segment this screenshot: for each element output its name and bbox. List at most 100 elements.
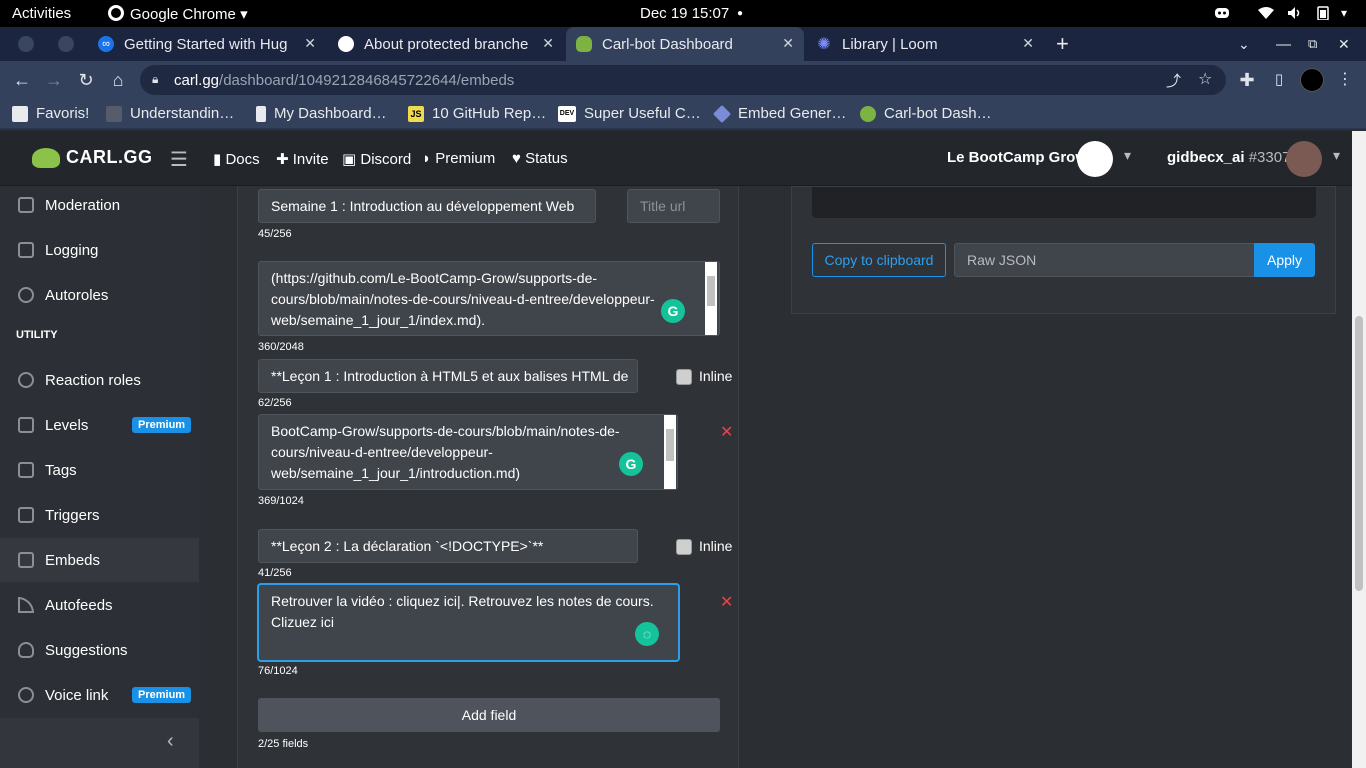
bookmark-item[interactable]: Understandin…	[106, 105, 234, 122]
field-value-line: cours/niveau-d-entree/developpeur-	[271, 444, 493, 460]
title-url-input[interactable]: Title url	[627, 189, 720, 223]
bookmark-item[interactable]: Carl-bot Dash…	[860, 105, 992, 122]
home-icon[interactable]: ⌂	[107, 70, 129, 90]
bookmark-item[interactable]: My Dashboard…	[256, 105, 387, 122]
address-bar[interactable]: 🔒︎ carl.gg/dashboard/1049212846845722644…	[140, 65, 1226, 95]
nav-invite[interactable]: ✚ Invite	[276, 150, 329, 168]
carl-logo[interactable]: CARL.GG	[32, 147, 153, 168]
hamburger-menu-icon[interactable]: ☰	[170, 147, 188, 172]
pinned-tab-github-1[interactable]	[18, 27, 40, 61]
bookmark-item[interactable]: DEV Super Useful C…	[558, 105, 701, 122]
textarea-scrollbar[interactable]	[664, 415, 676, 489]
field-name-input[interactable]: **Leçon 1 : Introduction à HTML5 et aux …	[258, 359, 638, 393]
server-name[interactable]: Le BootCamp Grow	[947, 149, 1087, 166]
user-avatar[interactable]	[1286, 141, 1322, 177]
nav-discord[interactable]: ▣ Discord	[342, 150, 411, 168]
tab-loom[interactable]: ✺ Library | Loom ✕	[806, 27, 1044, 61]
minimize-icon[interactable]: —	[1276, 27, 1291, 61]
scrollbar-thumb[interactable]	[1355, 316, 1363, 591]
add-field-button[interactable]: Add field	[258, 698, 720, 732]
grammarly-icon[interactable]: G	[661, 299, 685, 323]
back-icon[interactable]: ←	[11, 70, 33, 90]
scrollbar-thumb[interactable]	[666, 429, 674, 461]
lightbulb-icon	[18, 642, 34, 658]
extensions-icon[interactable]: ✚	[1236, 70, 1258, 90]
profile-avatar[interactable]	[1300, 68, 1324, 92]
sidebar-item-label: Autofeeds	[45, 596, 113, 614]
page-scrollbar[interactable]	[1352, 131, 1366, 768]
grammarly-icon[interactable]: G	[619, 452, 643, 476]
discord-tray-icon[interactable]	[1214, 6, 1230, 20]
sidebar-item-triggers[interactable]: Triggers	[0, 493, 199, 537]
tab-strip: ∞ Getting Started with Hug ✕ About prote…	[0, 27, 1366, 61]
sidebar-item-reaction-roles[interactable]: Reaction roles	[0, 358, 199, 402]
raw-json-input[interactable]: Raw JSON	[954, 243, 1256, 277]
share-icon[interactable]: ⤴	[1166, 70, 1181, 91]
sidebar-item-moderation[interactable]: Moderation	[0, 183, 199, 227]
sidebar-item-voice-link[interactable]: Voice link Premium	[0, 673, 199, 717]
maximize-icon[interactable]: ⧉	[1308, 27, 1317, 61]
inline-checkbox[interactable]	[676, 369, 692, 385]
inline-checkbox[interactable]	[676, 539, 692, 555]
tab-huggingface[interactable]: ∞ Getting Started with Hug ✕	[88, 27, 326, 61]
sidebar-item-suggestions[interactable]: Suggestions	[0, 628, 199, 672]
volume-icon[interactable]	[1287, 6, 1303, 20]
grammarly-loading-icon[interactable]: ◌	[635, 622, 659, 646]
field-name-input[interactable]: **Leçon 2 : La déclaration `<!DOCTYPE>`*…	[258, 529, 638, 563]
bookmark-item[interactable]: Favoris!	[12, 105, 89, 122]
tab-label: Carl-bot Dashboard	[602, 35, 733, 53]
nav-status[interactable]: ♥ Status	[512, 150, 568, 167]
clock[interactable]: Dec 19 15:07	[640, 5, 729, 22]
close-icon[interactable]: ✕	[1022, 35, 1034, 52]
sidebar-item-label: Tags	[45, 461, 77, 479]
user-tag[interactable]: gidbecx_ai #3307	[1167, 149, 1290, 166]
activities-button[interactable]: Activities	[12, 5, 71, 22]
bookmark-item[interactable]: JS 10 GitHub Rep…	[408, 105, 546, 122]
bookmark-star-icon[interactable]: ☆	[1198, 69, 1212, 89]
close-icon[interactable]: ✕	[782, 35, 794, 52]
textarea-scrollbar[interactable]	[705, 262, 717, 335]
sidebar-item-embeds[interactable]: Embeds	[0, 538, 199, 582]
battery-icon[interactable]	[1315, 6, 1331, 21]
tab-protected-branches[interactable]: About protected branche ✕	[328, 27, 564, 61]
title-input[interactable]: Semaine 1 : Introduction au développemen…	[258, 189, 596, 223]
close-window-icon[interactable]: ✕	[1338, 27, 1350, 61]
field-value-textarea[interactable]: Retrouver la vidéo : cliquez ici|. Retro…	[258, 584, 679, 661]
sidebar-item-levels[interactable]: Levels Premium	[0, 403, 199, 447]
sidebar-item-logging[interactable]: Logging	[0, 228, 199, 272]
sidebar-item-autofeeds[interactable]: Autofeeds	[0, 583, 199, 627]
tab-search-icon[interactable]: ⌄	[1238, 27, 1250, 61]
app-menu[interactable]: Google Chrome ▾	[108, 5, 248, 23]
nav-docs[interactable]: ▮ Docs	[213, 150, 260, 168]
field-value-textarea[interactable]: BootCamp-Grow/supports-de-cours/blob/mai…	[258, 414, 678, 490]
close-icon[interactable]: ✕	[542, 35, 554, 52]
copy-to-clipboard-button[interactable]: Copy to clipboard	[812, 243, 946, 277]
pinned-tab-github-2[interactable]	[58, 27, 80, 61]
delete-field-icon[interactable]: ✕	[720, 422, 733, 442]
forward-icon[interactable]: →	[43, 70, 65, 90]
server-avatar[interactable]	[1077, 141, 1113, 177]
chevron-down-icon[interactable]: ▾	[1341, 6, 1347, 20]
tab-carlbot-dashboard[interactable]: Carl-bot Dashboard ✕	[566, 27, 804, 61]
nav-premium[interactable]: ◗ Premium	[422, 150, 495, 167]
reload-icon[interactable]: ↻	[75, 70, 97, 90]
fields-count: 2/25 fields	[258, 738, 309, 750]
side-panel-icon[interactable]: ▯	[1268, 70, 1290, 90]
bookmark-item[interactable]: Embed Gener…	[712, 104, 846, 123]
chevron-down-icon[interactable]: ▾	[1124, 147, 1131, 164]
scrollbar-thumb[interactable]	[707, 276, 715, 306]
delete-field-icon[interactable]: ✕	[720, 592, 733, 612]
folder-icon	[12, 105, 28, 122]
sidebar-item-tags[interactable]: Tags	[0, 448, 199, 492]
close-icon[interactable]: ✕	[304, 35, 316, 52]
sidebar-item-autoroles[interactable]: Autoroles	[0, 273, 199, 317]
description-char-count: 360/2048	[258, 341, 304, 353]
description-textarea[interactable]: (https://github.com/Le-BootCamp-Grow/sup…	[258, 261, 720, 336]
new-tab-button[interactable]: +	[1056, 27, 1069, 61]
collapse-sidebar-icon[interactable]: ‹	[167, 730, 174, 753]
menu-kebab-icon[interactable]: ⋮	[1334, 70, 1356, 90]
apply-button[interactable]: Apply	[1254, 243, 1315, 277]
wifi-icon[interactable]	[1258, 6, 1274, 20]
chevron-down-icon[interactable]: ▾	[1333, 147, 1340, 164]
heartbeat-icon: ♥	[512, 150, 521, 167]
